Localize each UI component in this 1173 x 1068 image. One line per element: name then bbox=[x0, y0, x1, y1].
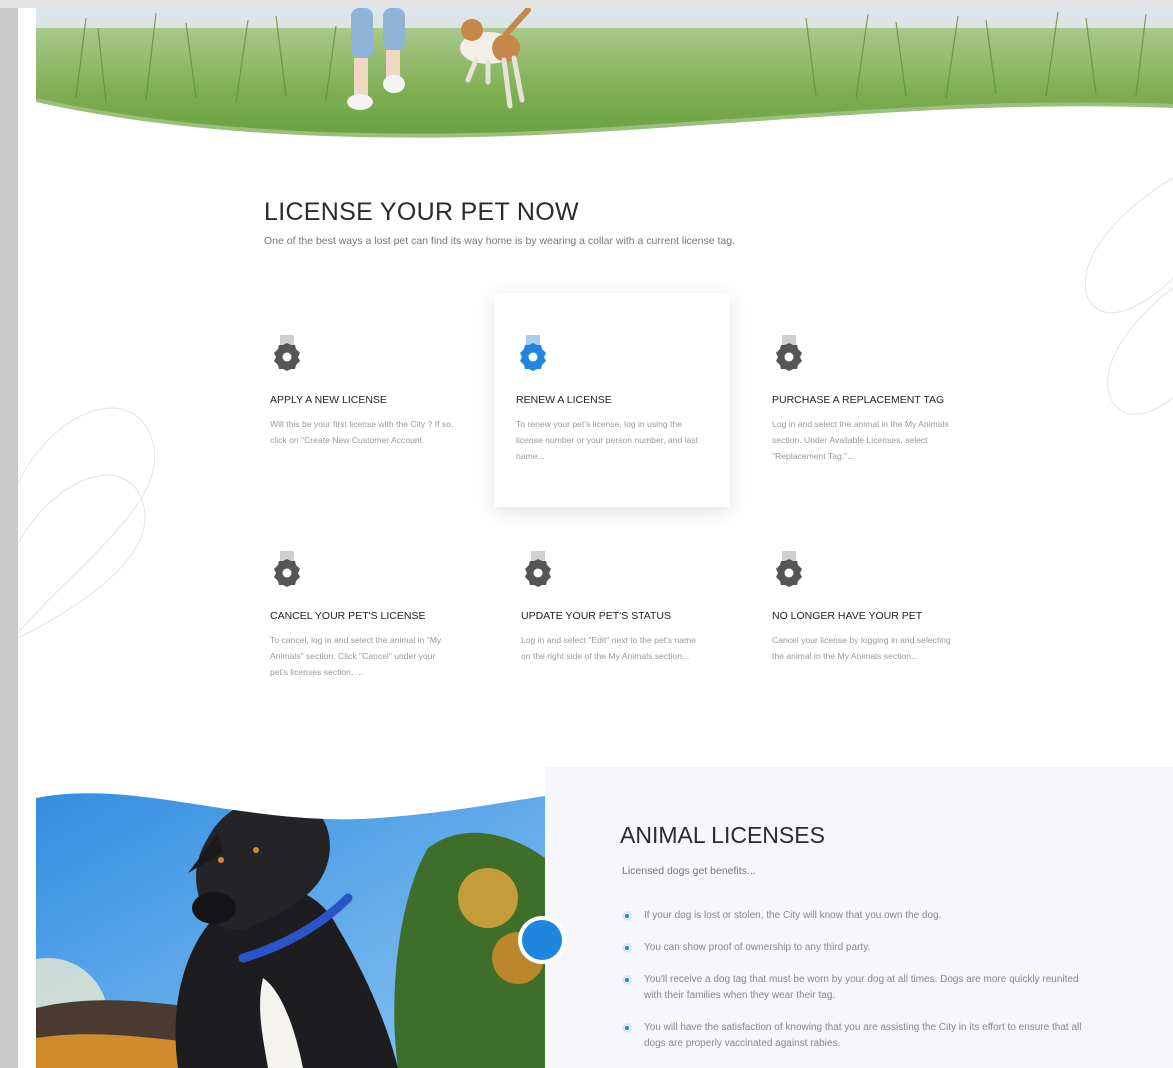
animal-licenses-title: ANIMAL LICENSES bbox=[620, 822, 825, 848]
service-title: UPDATE YOUR PET'S STATUS bbox=[521, 610, 671, 622]
badge-icon bbox=[274, 335, 300, 371]
service-title: NO LONGER HAVE YOUR PET bbox=[772, 610, 923, 622]
decorative-arc-right bbox=[1084, 177, 1173, 415]
service-card-apply[interactable]: APPLY A NEW LICENSE Will this be your fi… bbox=[248, 293, 484, 507]
service-card-update-status[interactable]: UPDATE YOUR PET'S STATUS Log in and sele… bbox=[499, 509, 735, 723]
hero-image bbox=[36, 8, 1173, 158]
service-title: PURCHASE A REPLACEMENT TAG bbox=[772, 394, 945, 406]
service-description: Cancel your license by logging in and se… bbox=[772, 635, 951, 661]
badge-icon bbox=[520, 335, 546, 371]
benefit-text: You can show proof of ownership to any t… bbox=[644, 942, 871, 953]
service-title: APPLY A NEW LICENSE bbox=[270, 394, 387, 406]
slider-dot[interactable] bbox=[522, 920, 562, 960]
section-title: LICENSE YOUR PET NOW bbox=[264, 198, 579, 226]
service-title: RENEW A LICENSE bbox=[516, 394, 612, 406]
bullet-icon bbox=[622, 975, 632, 985]
badge-icon bbox=[776, 551, 802, 587]
bullet-icon bbox=[622, 911, 632, 921]
benefit-text: You'll receive a dog tag that must be wo… bbox=[644, 974, 1079, 1001]
section-subtitle: One of the best ways a lost pet can find… bbox=[264, 235, 735, 247]
benefit-text: You will have the satisfaction of knowin… bbox=[644, 1022, 1082, 1049]
service-description: Log in and select "Edit" next to the pet… bbox=[521, 635, 696, 661]
benefit-text: If your dog is lost or stolen, the City … bbox=[644, 910, 942, 921]
animal-licenses-subtitle: Licensed dogs get benefits... bbox=[622, 865, 756, 877]
service-description: To renew your pet's license, log in usin… bbox=[516, 419, 698, 461]
list-item: You will have the satisfaction of knowin… bbox=[622, 1020, 1092, 1052]
service-card-replacement-tag[interactable]: PURCHASE A REPLACEMENT TAG Log in and se… bbox=[750, 293, 986, 507]
window-top-edge bbox=[0, 0, 1173, 8]
service-card-cancel[interactable]: CANCEL YOUR PET'S LICENSE To cancel, log… bbox=[248, 509, 484, 723]
page: LICENSE YOUR PET NOW One of the best way… bbox=[18, 8, 1173, 1068]
dog-photo bbox=[18, 778, 545, 1068]
decorative-arc-left bbox=[18, 407, 156, 639]
benefits-list: If your dog is lost or stolen, the City … bbox=[622, 908, 1092, 1052]
badge-icon bbox=[274, 551, 300, 587]
badge-icon bbox=[776, 335, 802, 371]
service-description: Will this be your first license with the… bbox=[270, 419, 454, 445]
service-description: To cancel, log in and select the animal … bbox=[270, 635, 442, 677]
list-item: You can show proof of ownership to any t… bbox=[622, 940, 1092, 956]
badge-icon bbox=[525, 551, 551, 587]
service-card-renew[interactable]: RENEW A LICENSE To renew your pet's lice… bbox=[494, 293, 730, 507]
bullet-icon bbox=[622, 943, 632, 953]
service-description: Log in and select the animal in the My A… bbox=[772, 419, 949, 461]
service-card-no-longer-have-pet[interactable]: NO LONGER HAVE YOUR PET Cancel your lice… bbox=[750, 509, 986, 723]
list-item: You'll receive a dog tag that must be wo… bbox=[622, 972, 1092, 1004]
bullet-icon bbox=[622, 1023, 632, 1033]
list-item: If your dog is lost or stolen, the City … bbox=[622, 908, 1092, 924]
service-title: CANCEL YOUR PET'S LICENSE bbox=[270, 610, 426, 622]
